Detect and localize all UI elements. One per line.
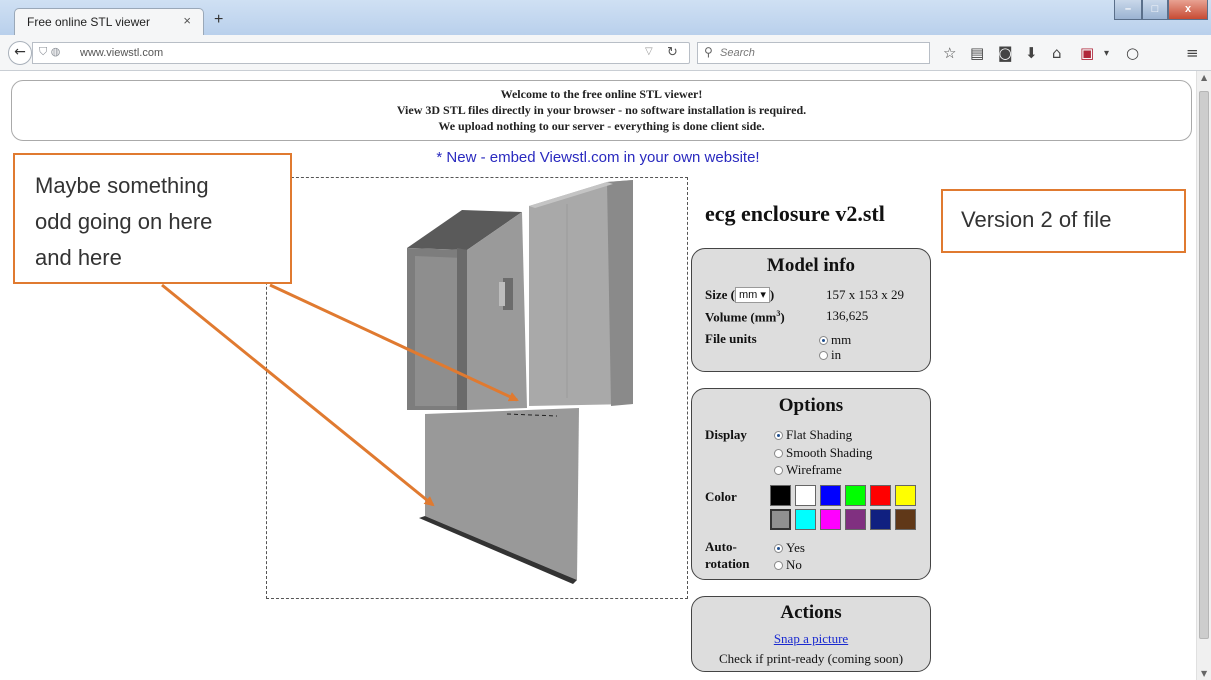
color-swatch[interactable] (770, 509, 791, 530)
color-swatch[interactable] (895, 509, 916, 530)
model-info-title: Model info (766, 255, 856, 276)
tab-title: Free online STL viewer (27, 15, 150, 29)
unit-radio-mm[interactable]: mm (819, 332, 851, 348)
file-title: ecg enclosure v2.stl (705, 201, 885, 226)
color-swatch[interactable] (820, 509, 841, 530)
file-units-label: File units (705, 331, 757, 346)
stl-viewer-canvas[interactable] (266, 177, 688, 599)
radio-icon[interactable] (819, 336, 828, 345)
reload-icon[interactable]: ↻ (667, 45, 678, 60)
url-text[interactable]: www.viewstl.com (80, 47, 163, 59)
download-icon[interactable]: ⬇ (1025, 44, 1038, 62)
model-info-panel: Model info Size (mm ▾) 157 x 153 x 29 Vo… (691, 248, 931, 372)
color-label: Color (705, 489, 737, 504)
display-wireframe-radio[interactable]: Wireframe (774, 462, 842, 478)
actions-panel: Actions Snap a picture Check if print-re… (691, 596, 931, 672)
new-tab-button[interactable]: + (214, 11, 223, 29)
annotation-left-line-3: and here (35, 245, 122, 270)
welcome-line-2: View 3D STL files directly in your brows… (396, 103, 807, 117)
autorotation-yes-radio[interactable]: Yes (774, 540, 805, 556)
display-smooth-radio[interactable]: Smooth Shading (774, 445, 872, 461)
bookmarks-list-icon[interactable]: ▤ (970, 44, 984, 62)
search-icon: ⚲ (704, 45, 713, 59)
annotation-callout-right: Version 2 of file (941, 189, 1186, 253)
minimize-button[interactable]: – (1114, 0, 1142, 20)
display-label: Display (705, 427, 747, 442)
maximize-button[interactable]: □ (1142, 0, 1168, 20)
options-title: Options (778, 395, 844, 416)
size-label: Size (mm ▾) (705, 287, 775, 303)
browser-tab[interactable]: Free online STL viewer × (14, 8, 204, 35)
autorotation-label-2: rotation (705, 556, 750, 571)
annotation-left-line-2: odd going on here (35, 209, 213, 234)
navigation-toolbar: ← ⛉ ◍ www.viewstl.com ▽ ↻ ⚲ Search ☆ ▤ ◙… (0, 35, 1211, 71)
radio-icon[interactable] (819, 351, 828, 360)
radio-icon[interactable] (774, 449, 783, 458)
tab-close-icon[interactable]: × (183, 13, 191, 28)
unit-radio-in[interactable]: in (819, 347, 841, 363)
url-bar[interactable]: ⛉ ◍ www.viewstl.com ▽ ↻ (32, 42, 690, 64)
close-window-button[interactable]: x (1168, 0, 1208, 20)
size-value: 157 x 153 x 29 (826, 287, 904, 302)
pocket-icon[interactable]: ◙ (998, 44, 1013, 62)
search-placeholder: Search (720, 47, 755, 59)
annotation-callout-left: Maybe something odd going on here and he… (13, 153, 292, 284)
page-scrollbar[interactable]: ▲ ▼ (1196, 71, 1211, 680)
color-swatch[interactable] (870, 509, 891, 530)
addon-icon[interactable]: ▣ (1080, 44, 1094, 62)
scroll-up-icon[interactable]: ▲ (1201, 73, 1207, 82)
welcome-banner: Welcome to the free online STL viewer! V… (11, 80, 1192, 141)
url-dropdown-icon[interactable]: ▽ (645, 46, 653, 57)
chat-icon[interactable]: ○ (1126, 44, 1139, 62)
radio-icon[interactable] (774, 466, 783, 475)
menu-icon[interactable]: ≡ (1186, 44, 1199, 62)
search-input[interactable]: ⚲ Search (697, 42, 930, 64)
color-swatch[interactable] (895, 485, 916, 506)
site-identity-icon[interactable]: ⛉ ◍ (39, 45, 60, 59)
color-swatch[interactable] (795, 509, 816, 530)
actions-title: Actions (780, 602, 842, 623)
back-button[interactable]: ← (8, 41, 32, 65)
snap-picture-link[interactable]: Snap a picture (774, 631, 848, 646)
volume-value: 136,625 (826, 308, 869, 323)
volume-label: Volume (mm3) (705, 309, 785, 325)
radio-icon[interactable] (774, 544, 783, 553)
home-icon[interactable]: ⌂ (1052, 44, 1062, 62)
scrollbar-thumb[interactable] (1199, 91, 1209, 639)
color-swatch[interactable] (820, 485, 841, 506)
bookmark-star-icon[interactable]: ☆ (943, 44, 956, 62)
radio-icon[interactable] (774, 431, 783, 440)
color-swatch[interactable] (870, 485, 891, 506)
color-swatch[interactable] (845, 509, 866, 530)
scroll-down-icon[interactable]: ▼ (1201, 669, 1207, 678)
annotation-left-line-1: Maybe something (35, 173, 209, 198)
3d-model-render (407, 180, 633, 584)
print-ready-text: Check if print-ready (coming soon) (718, 651, 904, 666)
welcome-line-1: Welcome to the free online STL viewer! (500, 87, 703, 101)
unit-select[interactable]: mm ▾ (734, 287, 770, 303)
welcome-line-3: We upload nothing to our server - everyt… (438, 119, 765, 133)
color-swatch[interactable] (845, 485, 866, 506)
color-swatch[interactable] (795, 485, 816, 506)
window-titlebar: Free online STL viewer × + – □ x (0, 0, 1211, 35)
display-flat-radio[interactable]: Flat Shading (774, 427, 852, 443)
radio-icon[interactable] (774, 561, 783, 570)
addon-dropdown-icon[interactable]: ▾ (1104, 48, 1109, 59)
autorotation-no-radio[interactable]: No (774, 557, 802, 573)
options-panel: Options Display Flat Shading Smooth Shad… (691, 388, 931, 580)
autorotation-label-1: Auto- (705, 539, 737, 554)
color-swatch[interactable] (770, 485, 791, 506)
